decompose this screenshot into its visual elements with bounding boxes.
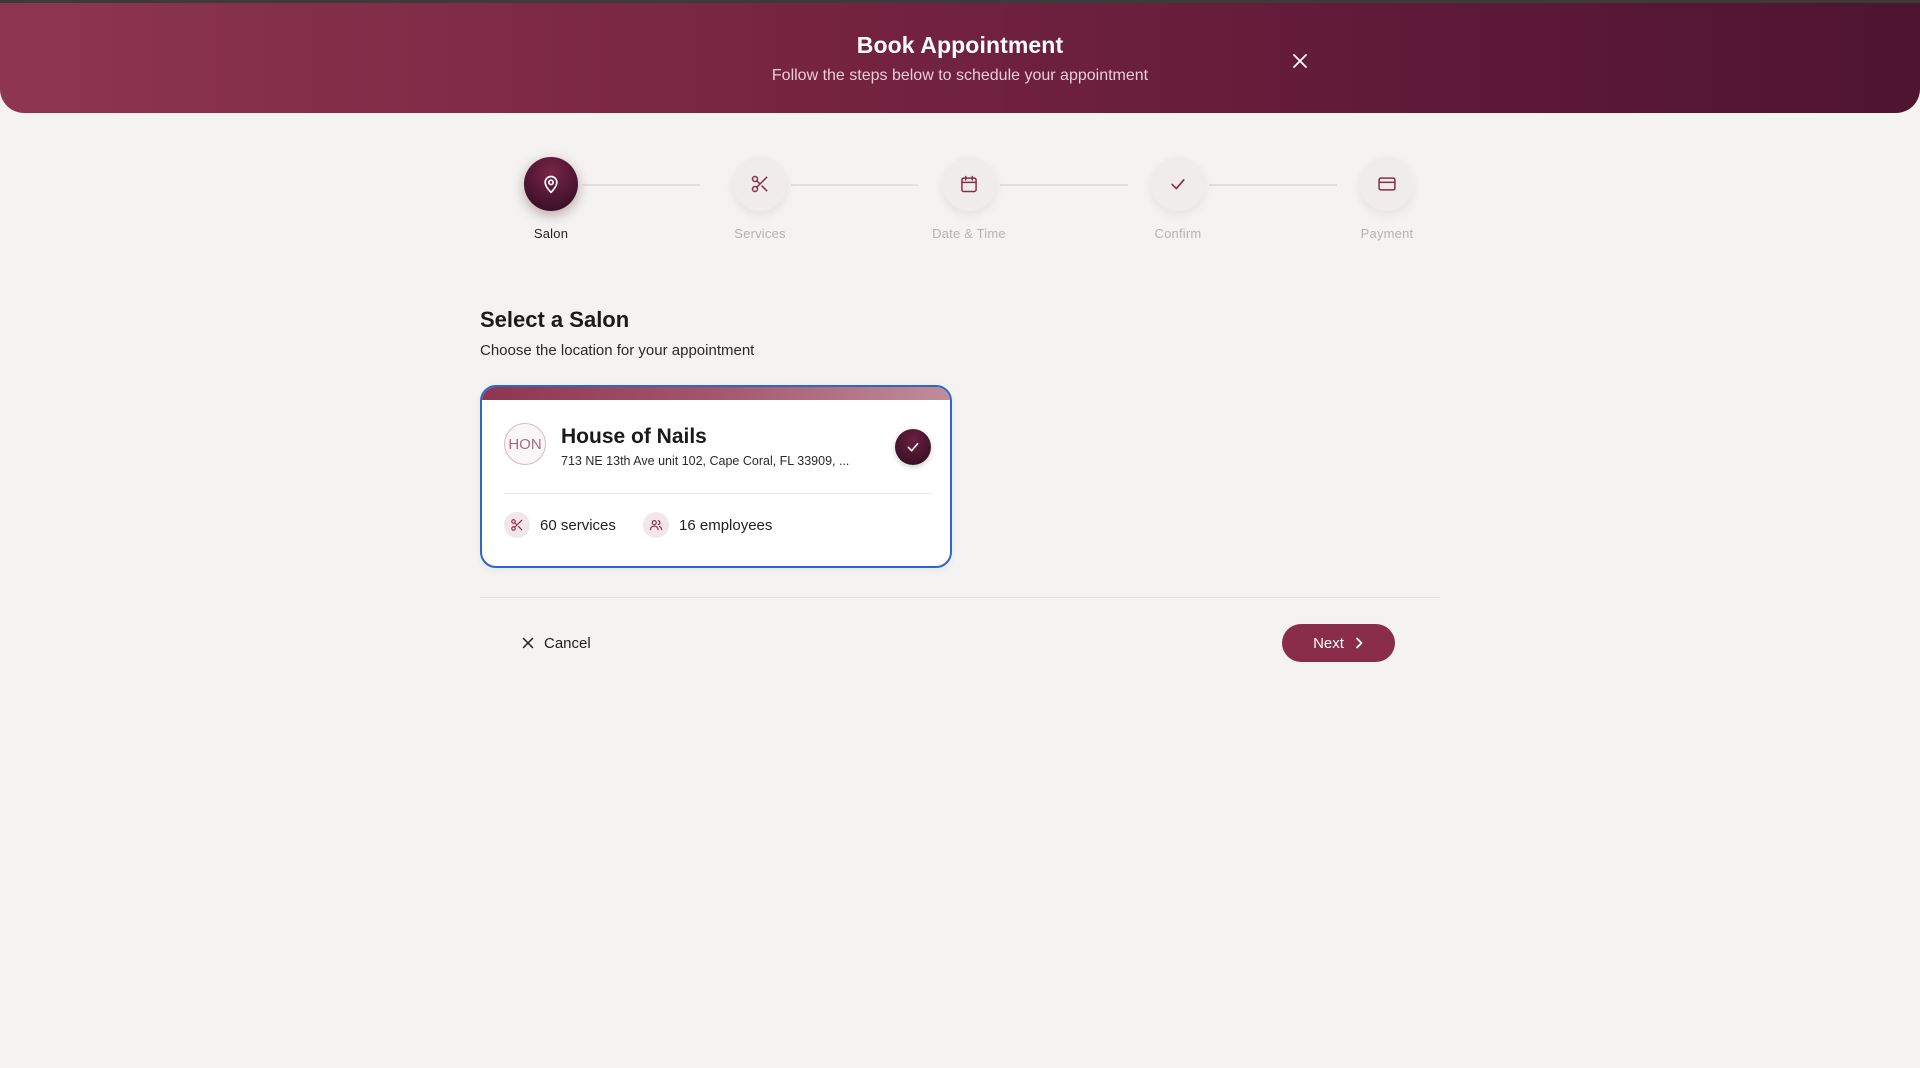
chevron-right-icon <box>1354 637 1364 649</box>
salon-card-accent-bar <box>482 387 950 400</box>
salon-name: House of Nails <box>561 425 707 448</box>
check-icon <box>907 442 919 452</box>
employees-count-text: 16 employees <box>679 516 773 534</box>
step-services[interactable]: Services <box>680 157 840 241</box>
salon-address: 713 NE 13th Ave unit 102, Cape Coral, FL… <box>561 454 850 468</box>
step-salon-circle <box>524 157 578 211</box>
employees-count: 16 employees <box>643 512 772 538</box>
salon-avatar: HON <box>504 423 546 465</box>
close-icon <box>1293 54 1307 68</box>
services-count: 60 services <box>504 512 616 538</box>
scissors-icon <box>511 519 523 531</box>
header-subtitle: Follow the steps below to schedule your … <box>771 67 1149 84</box>
cancel-button[interactable]: Cancel <box>522 624 591 662</box>
services-count-icon-wrap <box>504 512 530 538</box>
step-payment-label: Payment <box>1360 226 1414 241</box>
step-salon-label: Salon <box>533 226 569 241</box>
step-confirm-label: Confirm <box>1154 226 1202 241</box>
map-pin-icon <box>544 175 558 194</box>
step-date-time-label: Date & Time <box>932 226 1006 241</box>
close-icon <box>522 637 534 649</box>
booking-header: Book Appointment Follow the steps below … <box>0 3 1920 113</box>
step-confirm[interactable]: Confirm <box>1098 157 1258 241</box>
page-subtitle: Choose the location for your appointment <box>480 342 755 359</box>
step-confirm-circle <box>1151 157 1205 211</box>
step-services-label: Services <box>734 226 786 241</box>
cancel-button-label: Cancel <box>544 634 591 652</box>
employees-count-icon-wrap <box>643 512 669 538</box>
close-button[interactable] <box>1284 45 1316 77</box>
calendar-icon <box>961 175 977 193</box>
services-count-text: 60 services <box>540 516 616 534</box>
step-salon[interactable]: Salon <box>471 157 631 241</box>
selected-badge <box>895 429 931 465</box>
footer-divider <box>480 597 1440 598</box>
step-date-time-circle <box>942 157 996 211</box>
booking-stepper: Salon Services Date & Time Confirm Payme… <box>480 155 1440 255</box>
users-icon <box>649 520 663 531</box>
scissors-icon <box>751 175 768 193</box>
next-button[interactable]: Next <box>1282 624 1395 662</box>
check-icon <box>1171 179 1185 190</box>
header-title: Book Appointment <box>856 32 1064 58</box>
step-services-circle <box>733 157 787 211</box>
step-payment[interactable]: Payment <box>1307 157 1467 241</box>
salon-card-divider <box>504 493 932 494</box>
page-title: Select a Salon <box>480 307 630 332</box>
salon-card[interactable]: HON House of Nails 713 NE 13th Ave unit … <box>480 385 952 568</box>
step-payment-circle <box>1360 157 1414 211</box>
step-date-time[interactable]: Date & Time <box>889 157 1049 241</box>
next-button-label: Next <box>1313 634 1344 652</box>
credit-card-icon <box>1378 177 1396 191</box>
